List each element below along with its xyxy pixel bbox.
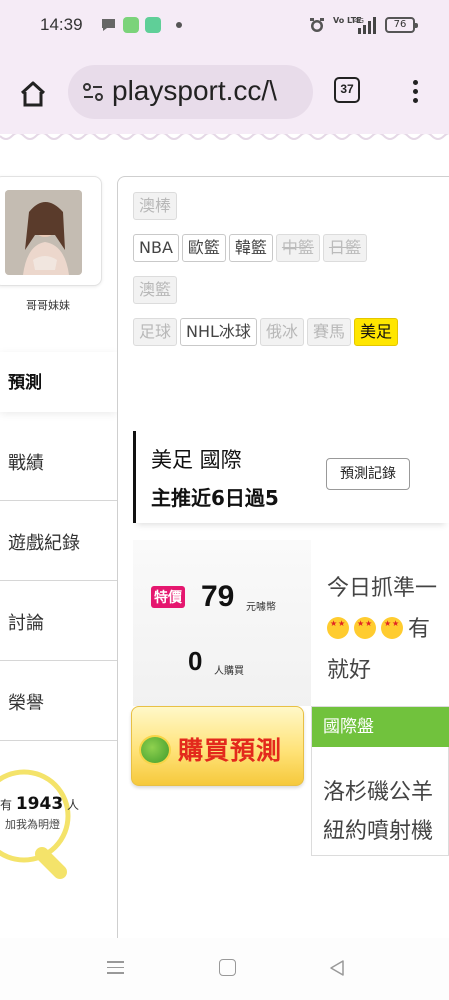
app-notification-icon — [123, 17, 139, 33]
home-nav-icon[interactable] — [219, 959, 236, 976]
sidebar-item-honors[interactable]: 榮譽 — [0, 661, 117, 741]
category-row: 足球 NHL冰球 俄冰 賽馬 美足 — [133, 318, 401, 346]
url-text[interactable]: playsport.cc/\ — [112, 75, 277, 107]
sidebar-item-label: 遊戲紀錄 — [8, 533, 80, 554]
battery-icon: 76 — [385, 17, 418, 33]
sale-badge: 特價 — [151, 586, 185, 608]
league-title: 美足 國際 — [151, 448, 242, 472]
home-icon[interactable] — [18, 80, 48, 108]
prediction-description-line: 有 — [327, 611, 430, 643]
category-row: NBA 歐籃 韓籃 中籃 日籃 — [133, 234, 370, 262]
category-chip-japan-basketball[interactable]: 日籃 — [322, 234, 367, 262]
status-bar: 14:39 Vo LTE 4G 76 — [0, 0, 449, 52]
site-settings-icon[interactable] — [82, 82, 104, 102]
category-chip-nba[interactable]: NBA — [133, 234, 179, 262]
sidebar-item-record[interactable]: 戰績 — [0, 421, 117, 501]
fans-suffix: 人 — [67, 798, 80, 812]
price-value: 79 — [201, 580, 235, 613]
app-notification-icon-2 — [145, 17, 161, 33]
category-chip-american-football[interactable]: 美足 — [353, 318, 398, 346]
tab-predictions[interactable]: 預測 — [0, 352, 117, 412]
prediction-description-line: 今日抓準一 — [327, 576, 438, 601]
decorative-wave-divider — [0, 134, 449, 150]
coin-icon — [139, 735, 171, 765]
fans-count: 有 1943 人 — [0, 794, 79, 814]
alarm-icon — [310, 18, 324, 32]
buy-prediction-label: 購買預測 — [178, 736, 283, 765]
browser-menu-icon[interactable] — [405, 77, 425, 107]
category-chip-korea-basketball[interactable]: 韓籃 — [228, 234, 273, 262]
description-text: 有 — [408, 617, 431, 642]
pick-team: 紐約噴射機 — [323, 819, 434, 844]
back-icon[interactable] — [327, 958, 347, 978]
sidebar-item-label: 討論 — [8, 613, 44, 634]
follow-lightbulb-widget[interactable]: 有 1943 人 加我為明燈 — [0, 768, 100, 888]
price-panel: 特價 79 元噱幣 0 人購買 — [133, 540, 311, 706]
category-chip-horse-racing[interactable]: 賽馬 — [306, 318, 351, 346]
star-eyes-emoji-icon — [327, 617, 349, 639]
price-unit: 元噱幣 — [246, 602, 276, 613]
sidebar-item-label: 榮譽 — [8, 693, 44, 714]
category-row: 澳籃 — [133, 276, 180, 304]
category-chip-russia-hockey[interactable]: 俄冰 — [259, 318, 304, 346]
fans-prefix: 有 — [0, 798, 13, 812]
system-navigation-bar — [0, 938, 449, 1000]
category-row: 澳棒 — [133, 192, 180, 220]
sidebar-item-label: 戰績 — [8, 453, 44, 474]
category-chip-soccer[interactable]: 足球 — [133, 318, 178, 346]
prediction-record-button[interactable]: 預測記錄 — [326, 458, 410, 490]
category-chip-aus-basketball[interactable]: 澳籃 — [133, 276, 178, 304]
address-bar[interactable]: playsport.cc/\ — [68, 65, 313, 119]
pick-box: 國際盤 洛杉磯公羊 紐約噴射機 — [311, 706, 449, 856]
category-chip-aus-baseball[interactable]: 澳棒 — [133, 192, 178, 220]
fans-count-number: 1943 — [15, 794, 64, 814]
fans-note: 加我為明燈 — [5, 818, 60, 831]
avatar-photo — [5, 190, 82, 275]
chat-notification-icon — [102, 19, 115, 31]
headline: 主推近6日過5 — [151, 486, 279, 510]
pick-market-label: 國際盤 — [312, 707, 449, 747]
more-notifications-dot-icon — [176, 22, 182, 28]
buyers-count: 0 — [188, 646, 203, 676]
category-chip-nhl[interactable]: NHL冰球 — [180, 318, 257, 346]
tab-switcher-button[interactable]: 37 — [334, 77, 360, 103]
pick-team: 洛杉磯公羊 — [323, 780, 434, 805]
avatar[interactable] — [5, 190, 82, 275]
prediction-header: 美足 國際 主推近6日過5 預測記錄 — [133, 431, 449, 523]
profile-card[interactable] — [0, 176, 102, 286]
buy-prediction-button[interactable]: 購買預測 — [131, 706, 304, 786]
network-type-label: 4G — [354, 17, 364, 25]
status-time: 14:39 — [40, 15, 83, 34]
sidebar-item-discussion[interactable]: 討論 — [0, 581, 117, 661]
prediction-description-line: 就好 — [327, 658, 372, 683]
buyers-unit: 人購買 — [214, 666, 244, 677]
star-eyes-emoji-icon — [381, 617, 403, 639]
signal-strength-icon: 4G — [354, 17, 376, 34]
sidebar-item-game-history[interactable]: 遊戲紀錄 — [0, 501, 117, 581]
star-eyes-emoji-icon — [354, 617, 376, 639]
browser-toolbar: playsport.cc/\ 37 — [0, 52, 449, 134]
category-chip-euro-basketball[interactable]: 歐籃 — [181, 234, 226, 262]
user-name[interactable]: 哥哥妹妹 — [0, 297, 96, 313]
tab-predictions-label: 預測 — [8, 373, 42, 393]
recent-apps-icon[interactable] — [107, 958, 127, 978]
category-chip-china-basketball[interactable]: 中籃 — [275, 234, 320, 262]
